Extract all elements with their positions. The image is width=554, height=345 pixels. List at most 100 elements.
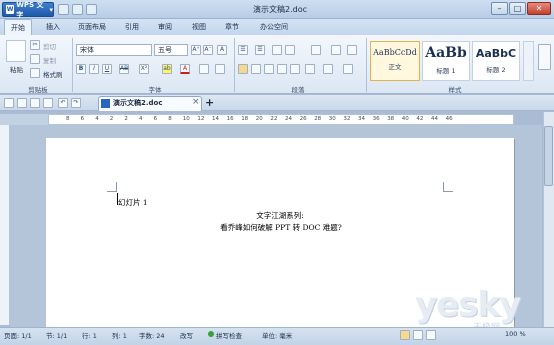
numbering-icon[interactable]: ☰ (255, 45, 265, 55)
bold-button[interactable]: B (76, 64, 86, 74)
outline-view-icon[interactable] (413, 330, 423, 340)
styles-more-icon[interactable] (538, 44, 551, 70)
group-divider (366, 38, 367, 92)
paragraph-group-label: 段落 (291, 86, 305, 94)
distribute-icon[interactable] (290, 64, 300, 74)
print-icon[interactable] (43, 98, 53, 108)
style-normal[interactable]: AaBbCcDd 正文 (370, 41, 420, 81)
copy-label[interactable]: 复制 (43, 55, 56, 65)
open-folder-icon[interactable] (17, 98, 27, 108)
tab-references[interactable]: 引用 (119, 19, 145, 35)
horizontal-ruler[interactable] (48, 114, 514, 125)
font-color-icon[interactable]: A (180, 64, 190, 74)
ruler-tick-label: 2 (124, 116, 128, 122)
ruler-tick-label: 14 (212, 116, 219, 122)
style-preview: AaBb (425, 45, 467, 61)
group-divider (72, 38, 73, 92)
spellcheck-toggle[interactable]: 拼写检查 (216, 330, 242, 340)
cut-icon[interactable]: ✂ (30, 40, 40, 50)
char-border-icon[interactable] (199, 64, 209, 74)
underline-button[interactable]: U (102, 64, 112, 74)
new-tab-button[interactable]: + (205, 96, 214, 109)
open-icon[interactable] (72, 4, 83, 15)
sort-icon[interactable] (331, 45, 341, 55)
page-view-icon[interactable] (400, 330, 410, 340)
shading-icon[interactable] (323, 64, 333, 74)
status-row: 行: 1 (82, 332, 97, 340)
doc-heading-question[interactable]: 看乔峰如何破解 PPT 转 DOC 难题? (186, 222, 376, 233)
overwrite-toggle[interactable]: 改写 (180, 330, 193, 340)
close-tab-icon[interactable]: × (192, 97, 200, 107)
redo-icon[interactable]: ↷ (71, 98, 81, 108)
tab-insert[interactable]: 插入 (40, 19, 66, 35)
tab-office-space[interactable]: 办公空间 (254, 19, 294, 35)
format-painter-icon[interactable] (30, 68, 40, 78)
tab-page-layout[interactable]: 页面布局 (72, 19, 112, 35)
style-heading-2[interactable]: AaBbC 标题 2 (472, 41, 520, 81)
format-painter-label[interactable]: 格式刷 (43, 69, 63, 79)
maximize-button[interactable]: □ (509, 2, 526, 15)
char-shading-icon[interactable] (215, 64, 225, 74)
line-spacing-icon[interactable] (305, 64, 315, 74)
align-center-icon[interactable] (251, 64, 261, 74)
styles-scroll[interactable] (523, 41, 534, 81)
bullets-icon[interactable]: ☰ (238, 45, 248, 55)
clear-format-icon[interactable]: A (217, 45, 227, 55)
paste-icon[interactable] (6, 40, 26, 62)
ruler-tick-label: 32 (343, 116, 351, 122)
paste-label[interactable]: 粘贴 (10, 64, 23, 74)
align-left-icon[interactable] (238, 64, 248, 74)
ruler-tick-label: 18 (241, 116, 249, 122)
close-button[interactable]: ✕ (527, 2, 551, 15)
app-menu-button[interactable]: W WPS 文字 ▾ (2, 1, 54, 19)
tab-view[interactable]: 视图 (186, 19, 212, 35)
ruler-tick-label: 6 (80, 116, 85, 122)
font-size-select[interactable]: 五号 (154, 44, 188, 56)
status-unit[interactable]: 单位: 毫米 (262, 330, 292, 340)
italic-button[interactable]: I (89, 64, 99, 74)
tab-home[interactable]: 开始 (4, 19, 32, 35)
align-right-icon[interactable] (264, 64, 274, 74)
text-direction-icon[interactable] (311, 45, 321, 55)
save-icon[interactable] (30, 98, 40, 108)
strikethrough-button[interactable]: AB (119, 64, 129, 74)
font-family-select[interactable]: 宋体 (76, 44, 152, 56)
vertical-ruler[interactable] (0, 125, 10, 325)
tab-review[interactable]: 审阅 (152, 19, 178, 35)
web-view-icon[interactable] (426, 330, 436, 340)
borders-icon[interactable] (343, 64, 353, 74)
document-tab[interactable]: 演示文稿2.doc (98, 96, 202, 111)
style-name: 正文 (388, 63, 402, 71)
scrollbar-thumb[interactable] (544, 126, 553, 186)
style-heading-1[interactable]: AaBb 标题 1 (422, 41, 470, 81)
group-divider (234, 38, 235, 92)
new-icon[interactable] (4, 98, 14, 108)
cut-label[interactable]: 剪切 (43, 41, 56, 51)
save-icon[interactable] (86, 4, 97, 15)
doc-heading-series[interactable]: 文字江湖系列: (200, 210, 360, 221)
ruler-tick-label: 44 (431, 116, 438, 122)
ruler-tick-label: 22 (270, 116, 278, 122)
minimize-button[interactable]: – (491, 2, 508, 15)
superscript-button[interactable]: X² (139, 64, 149, 74)
ruler-tick-label: 30 (328, 116, 336, 122)
ruler-tick-label: 42 (416, 116, 424, 122)
show-marks-icon[interactable] (347, 45, 357, 55)
ruler-tick-label: 4 (139, 116, 143, 122)
justify-icon[interactable] (277, 64, 287, 74)
highlight-icon[interactable]: ab (162, 64, 172, 74)
zoom-level[interactable]: 100 % (505, 330, 526, 338)
grow-font-icon[interactable]: A⁺ (191, 45, 201, 55)
tab-sections[interactable]: 章节 (219, 19, 245, 35)
copy-icon[interactable] (30, 54, 40, 64)
document-tab-bar (0, 95, 554, 111)
ruler-tick-label: 36 (372, 116, 380, 122)
new-doc-icon[interactable] (58, 4, 69, 15)
increase-indent-icon[interactable] (285, 45, 295, 55)
doc-line-slide-title[interactable]: 幻灯片 1 (118, 197, 148, 208)
ruler-corner (0, 114, 48, 125)
shrink-font-icon[interactable]: A⁻ (203, 45, 213, 55)
undo-icon[interactable]: ↶ (58, 98, 68, 108)
styles-group-label: 样式 (448, 86, 462, 94)
decrease-indent-icon[interactable] (272, 45, 282, 55)
